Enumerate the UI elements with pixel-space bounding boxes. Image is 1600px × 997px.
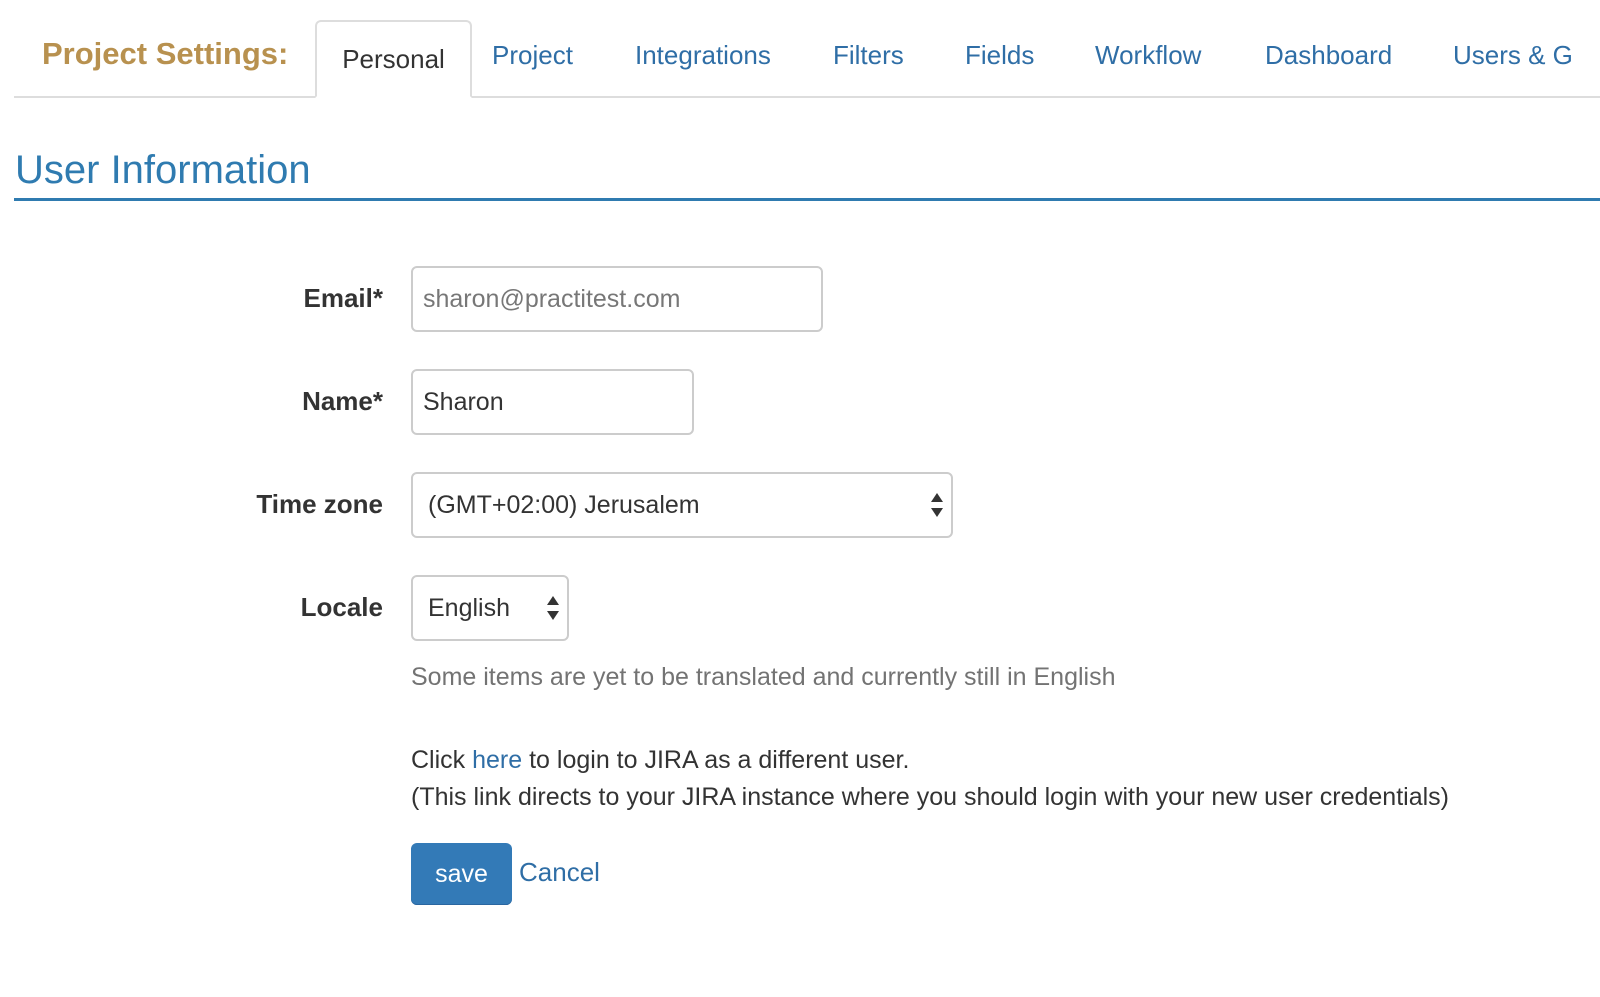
user-information-heading: User Information [15,148,311,192]
tab-dashboard[interactable]: Dashboard [1265,40,1392,71]
tab-filters[interactable]: Filters [833,40,904,71]
tab-project[interactable]: Project [492,40,573,71]
tab-workflow[interactable]: Workflow [1095,40,1201,71]
email-label: Email* [303,283,384,313]
jira-login-line: Click here to login to JIRA as a differe… [411,746,909,775]
timezone-select[interactable]: (GMT+02:00) Jerusalem [411,472,953,538]
email-field[interactable] [411,266,823,332]
timezone-selected-value: (GMT+02:00) Jerusalem [428,491,700,519]
locale-selected-value: English [428,594,510,622]
name-field[interactable] [411,369,694,435]
jira-login-link[interactable]: here [472,746,522,774]
tab-fields[interactable]: Fields [965,40,1034,71]
jira-login-suffix: to login to JIRA as a different user. [522,746,910,774]
locale-label: Locale [300,592,383,622]
locale-translation-hint: Some items are yet to be translated and … [411,663,1116,691]
jira-login-prefix: Click [411,746,473,774]
tab-integrations[interactable]: Integrations [635,40,771,71]
up-down-chevron-icon [547,596,559,620]
locale-select[interactable]: English [411,575,569,641]
up-down-chevron-icon [931,493,943,517]
timezone-label: Time zone [256,489,383,519]
tabs-divider [14,96,1600,98]
name-label: Name* [302,386,383,416]
tab-users-groups[interactable]: Users & G [1453,40,1573,71]
jira-login-note: (This link directs to your JIRA instance… [411,783,1449,811]
settings-tabs-bar: Project Settings: Personal Project Integ… [14,0,1600,98]
section-divider [14,198,1600,201]
project-settings-title: Project Settings: [42,36,289,71]
save-button[interactable]: save [411,843,512,905]
tab-personal[interactable]: Personal [315,20,472,98]
project-settings-page: Project Settings: Personal Project Integ… [0,0,1600,997]
cancel-link[interactable]: Cancel [519,857,600,888]
tab-personal-label: Personal [342,44,445,74]
